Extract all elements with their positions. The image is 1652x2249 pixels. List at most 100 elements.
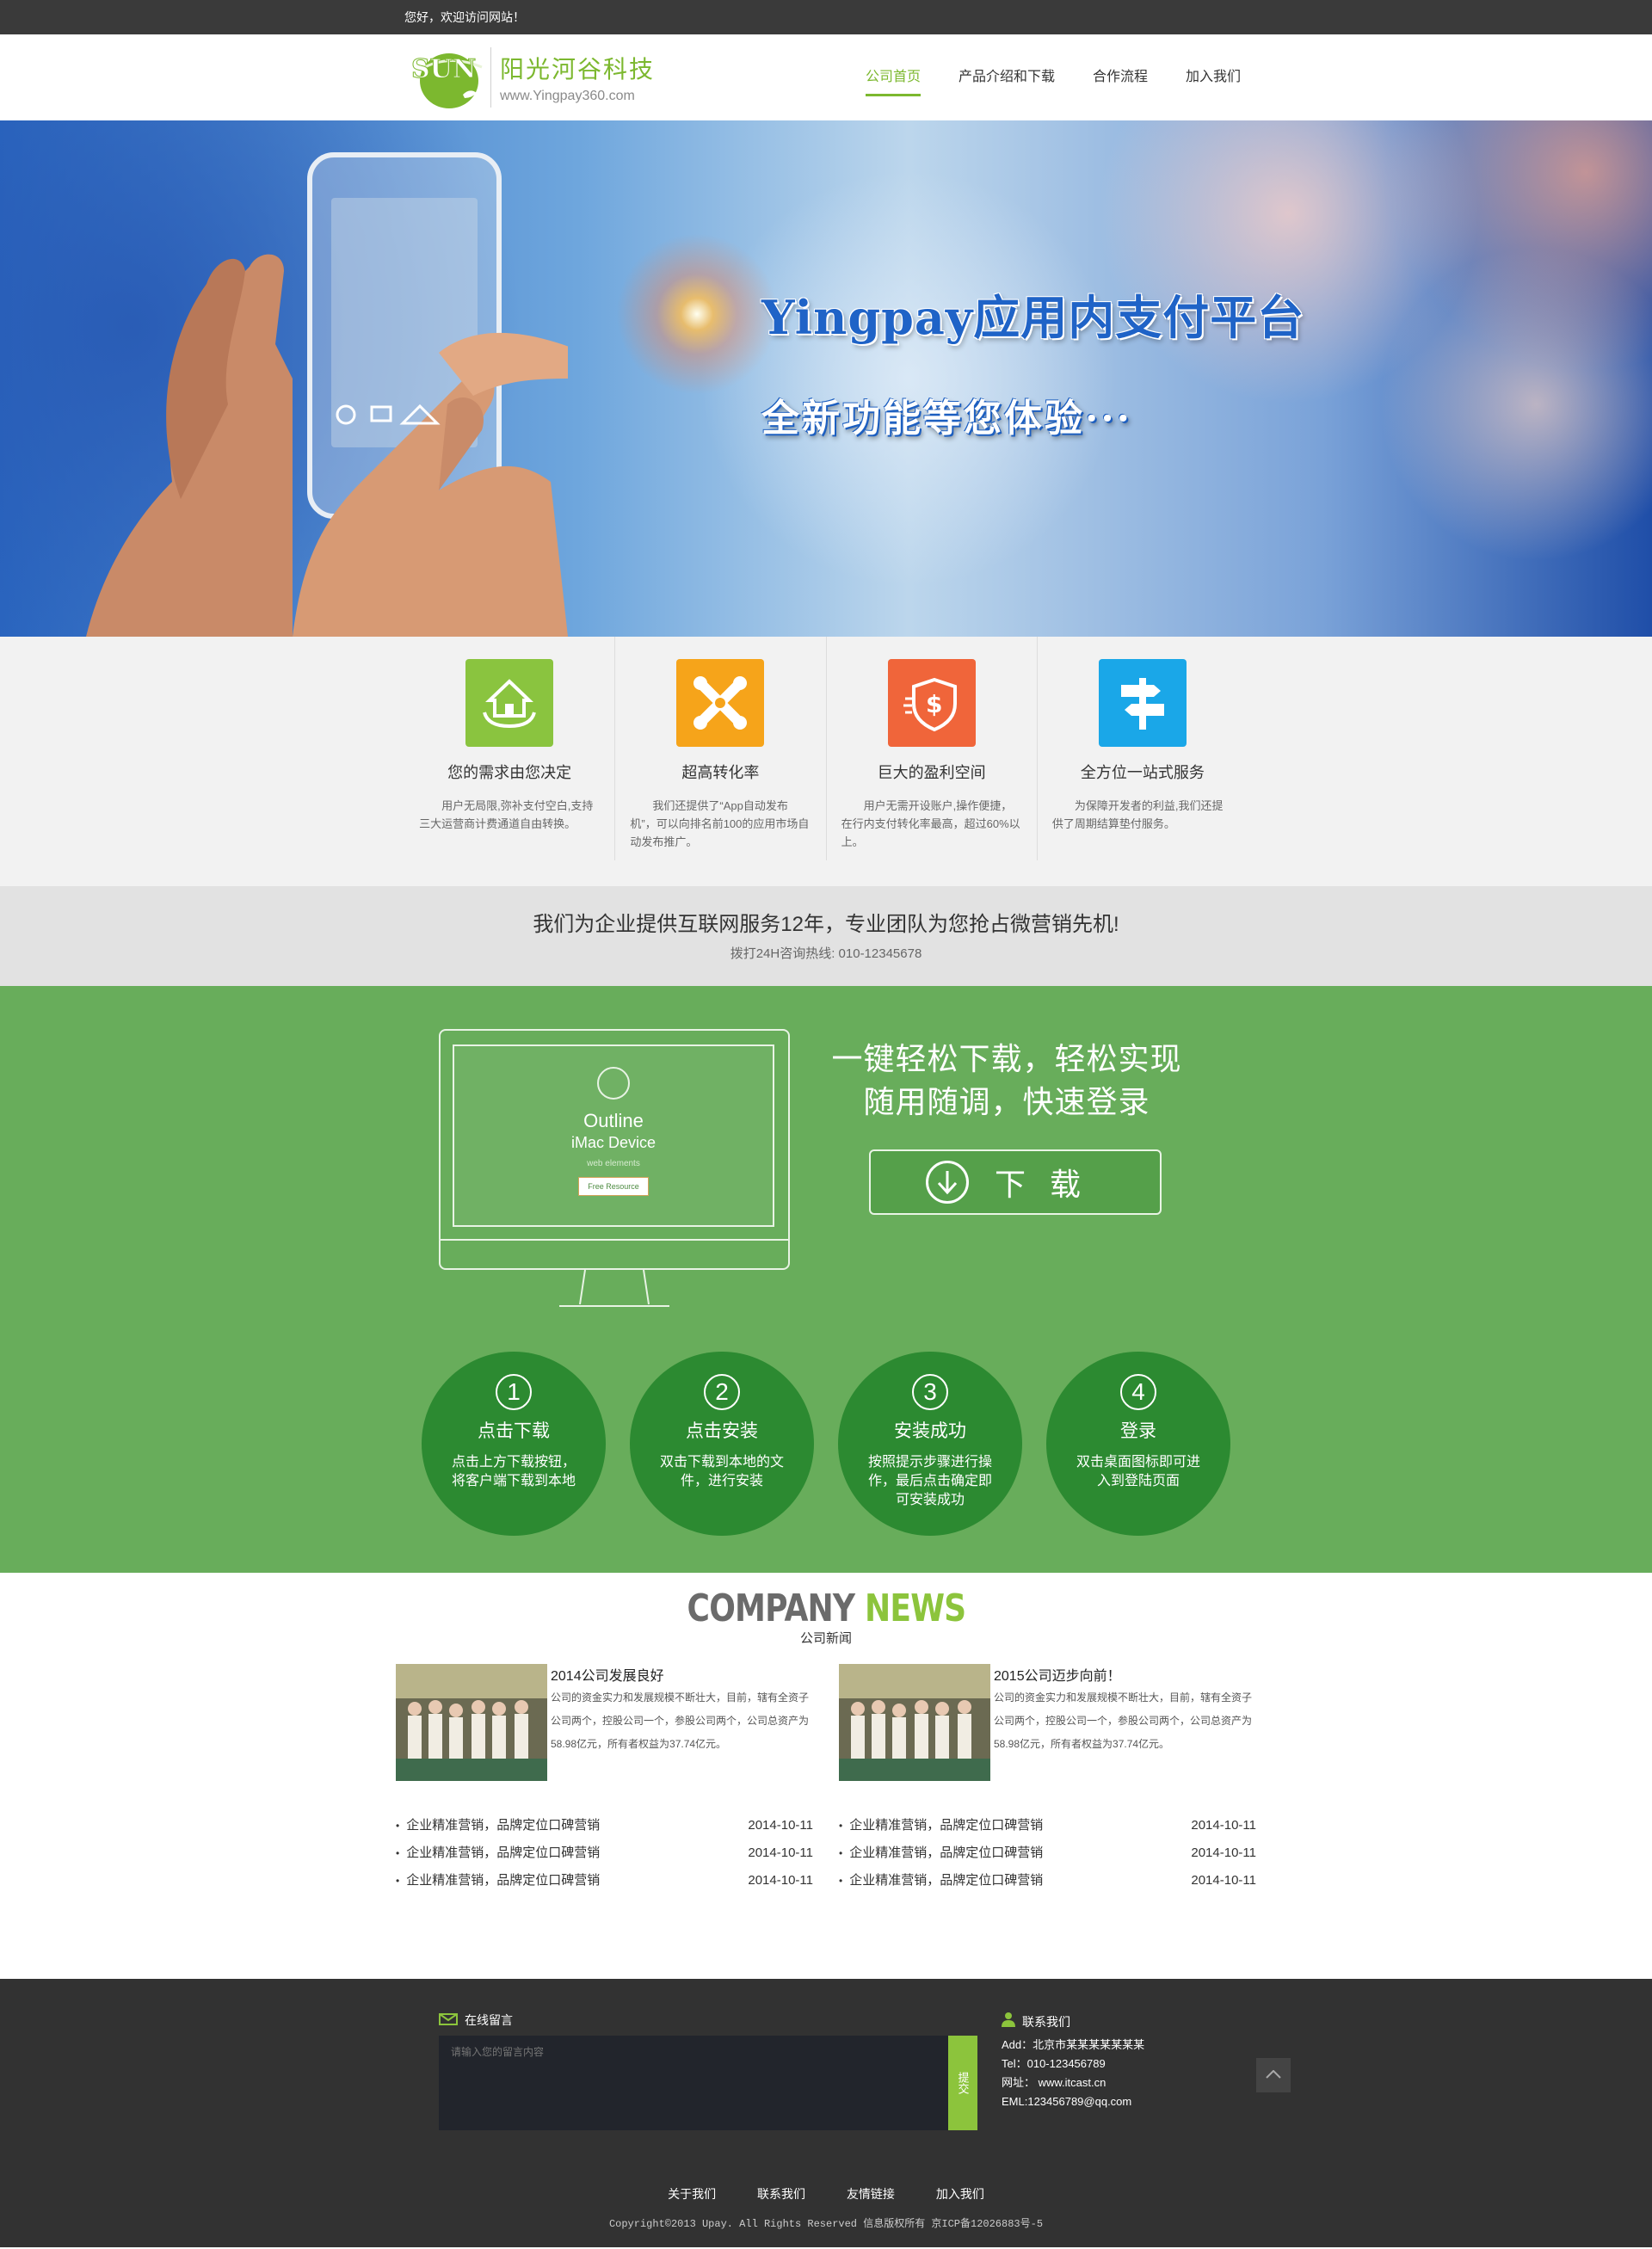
list-item[interactable]: 企业精准营销，品牌定位口碑营销2014-10-11 [396, 1867, 813, 1895]
step-desc: 按照提示步骤进行操作，最后点击确定即可安装成功 [867, 1455, 992, 1507]
download-button[interactable]: 下载 [869, 1149, 1162, 1215]
banner-subtitle: 全新功能等您体验··· [761, 397, 1132, 441]
cloud-icon [597, 1067, 630, 1100]
svg-text:SUN: SUN [411, 54, 476, 84]
news-heading: COMPANY NEWS [687, 1587, 966, 1630]
news-section: COMPANY NEWS 公司新闻 2014公司发展良好 公司的资金实力和发展规… [0, 1573, 1652, 1979]
step-card: 4 登录 双击桌面图标即可进入到登陆页面 [1046, 1352, 1230, 1536]
hero-banner[interactable]: Yingpay应用内支付平台 全新功能等您体验··· [0, 120, 1652, 637]
main-nav: 公司首页 产品介绍和下载 合作流程 加入我们 [865, 59, 1241, 96]
back-to-top-button[interactable] [1256, 2058, 1291, 2092]
hand-phone-image [86, 152, 568, 637]
footer-link-about[interactable]: 关于我们 [668, 2187, 716, 2201]
step-desc: 点击上方下载按钮，将客户端下载到本地 [451, 1455, 576, 1488]
submit-button[interactable]: 提交 [948, 2036, 977, 2130]
svg-text:$: $ [926, 690, 942, 718]
mac-small-text: web elements [587, 1159, 640, 1168]
news-list: 企业精准营销，品牌定位口碑营销2014-10-11 企业精准营销，品牌定位口碑营… [839, 1812, 1256, 1895]
contact-email[interactable]: EML:123456789@qq.com [1002, 2092, 1144, 2111]
footer-link-contact[interactable]: 联系我们 [757, 2187, 805, 2201]
envelope-icon [439, 2012, 458, 2028]
featured-news[interactable]: 2015公司迈步向前！ 公司的资金实力和发展规模不断壮大，目前，辖有全资子公司两… [839, 1664, 1256, 1781]
site-header: SUN 阳光河谷科技 www.Yingpay360.com 公司首页 产品介绍和… [0, 34, 1652, 120]
feature-desc: 为保障开发者的利益,我们还提供了周期结算垫付服务。 [1051, 799, 1224, 830]
free-resource-button: Free Resource [578, 1177, 649, 1196]
mac-subtitle: iMac Device [570, 1134, 656, 1151]
house-hands-icon [465, 659, 554, 747]
step-card: 1 点击下载 点击上方下载按钮，将客户端下载到本地 [422, 1352, 606, 1536]
list-item[interactable]: 企业精准营销，品牌定位口碑营销2014-10-11 [839, 1812, 1256, 1839]
news-column: 2015公司迈步向前！ 公司的资金实力和发展规模不断壮大，目前，辖有全资子公司两… [839, 1664, 1256, 1895]
welcome-text: 您好，欢迎访问网站！ [404, 10, 525, 24]
message-input[interactable] [439, 2036, 948, 2130]
footer-link-join[interactable]: 加入我们 [936, 2187, 984, 2201]
feature-card: 您的需求由您决定 用户无局限,弥补支付空白,支持三大运营商计费通道自由转换。 [404, 637, 616, 860]
news-photo[interactable] [396, 1664, 547, 1781]
down-arrow-icon [925, 1161, 969, 1204]
copyright: Copyright©2013 Upay. All Rights Reserved… [608, 2218, 1044, 2230]
signpost-icon [1098, 659, 1187, 747]
news-photo[interactable] [839, 1664, 990, 1781]
step-desc: 双击桌面图标即可进入到登陆页面 [1076, 1455, 1200, 1488]
news-column: 2014公司发展良好 公司的资金实力和发展规模不断壮大，目前，辖有全资子公司两个… [396, 1664, 813, 1895]
nav-home[interactable]: 公司首页 [865, 59, 921, 96]
download-slogan: 一键轻松下载，轻松实现 随用随调，快速登录 [826, 1038, 1187, 1124]
step-title: 安装成功 [894, 1421, 966, 1441]
step-number: 1 [496, 1374, 532, 1410]
logo-chinese-name: 阳光河谷科技 [500, 56, 656, 83]
feature-title: 超高转化率 [681, 764, 760, 781]
featured-news[interactable]: 2014公司发展良好 公司的资金实力和发展规模不断壮大，目前，辖有全资子公司两个… [396, 1664, 813, 1781]
chevron-up-icon [1266, 2067, 1281, 2083]
user-icon [1002, 2012, 1015, 2032]
step-card: 3 安装成功 按照提示步骤进行操作，最后点击确定即可安装成功 [838, 1352, 1022, 1536]
download-line-2: 随用随调，快速登录 [863, 1084, 1150, 1119]
contact-website[interactable]: 网址： www.itcast.cn [1002, 2073, 1144, 2092]
list-item[interactable]: 企业精准营销，品牌定位口碑营销2014-10-11 [396, 1839, 813, 1867]
feature-card: 超高转化率 我们还提供了“App自动发布机”，可以向排名前100的应用市场自动发… [615, 637, 827, 860]
list-item[interactable]: 企业精准营销，品牌定位口碑营销2014-10-11 [396, 1812, 813, 1839]
feature-card: $ 巨大的盈利空间 用户无需开设账户,操作便捷，在行内支付转化率最高，超过60%… [827, 637, 1038, 860]
contact-info: 联系我们 Add：北京市某某某某某某某 Tel：010-123456789 网址… [1002, 2012, 1144, 2111]
hotline: 拨打24H咨询热线: 010-12345678 [730, 946, 922, 961]
list-item[interactable]: 企业精准营销，品牌定位口碑营销2014-10-11 [839, 1839, 1256, 1867]
feature-desc: 用户无局限,弥补支付空白,支持三大运营商计费通道自由转换。 [419, 799, 594, 830]
step-title: 点击安装 [686, 1421, 758, 1441]
step-number: 2 [704, 1374, 740, 1410]
list-item[interactable]: 企业精准营销，品牌定位口碑营销2014-10-11 [839, 1867, 1256, 1895]
footer-link-friends[interactable]: 友情链接 [847, 2187, 895, 2201]
news-headline[interactable]: 2014公司发展良好 [551, 1664, 813, 1685]
download-label: 下载 [994, 1167, 1105, 1202]
slogan-bar: 我们为企业提供互联网服务12年，专业团队为您抢占微营销先机! 拨打24H咨询热线… [0, 886, 1652, 986]
feature-desc: 用户无需开设账户,操作便捷，在行内支付转化率最高，超过60%以上。 [841, 799, 1020, 848]
message-form: 在线留言 提交 [439, 2012, 977, 2130]
top-bar: 您好，欢迎访问网站！ [0, 0, 1652, 34]
footer-links: 关于我们 联系我们 友情链接 加入我们 [0, 2185, 1652, 2203]
logo[interactable]: SUN 阳光河谷科技 www.Yingpay360.com [404, 43, 655, 112]
imac-illustration: Outline iMac Device web elements Free Re… [439, 1029, 792, 1313]
feature-card: 全方位一站式服务 为保障开发者的利益,我们还提供了周期结算垫付服务。 [1038, 637, 1248, 860]
nav-cooperation[interactable]: 合作流程 [1093, 59, 1148, 96]
sun-logo-icon: SUN [404, 43, 487, 112]
feature-title: 您的需求由您决定 [447, 764, 572, 781]
logo-divider [490, 47, 491, 108]
slogan-title: 我们为企业提供互联网服务12年，专业团队为您抢占微营销先机! [533, 913, 1119, 936]
news-summary: 公司的资金实力和发展规模不断壮大，目前，辖有全资子公司两个，控股公司一个，参股公… [994, 1691, 1253, 1750]
download-section: Outline iMac Device web elements Free Re… [0, 986, 1652, 1573]
step-card: 2 点击安装 双击下载到本地的文件，进行安装 [630, 1352, 814, 1536]
contact-address: Add：北京市某某某某某某某 [1002, 2038, 1145, 2051]
install-steps: 1 点击下载 点击上方下载按钮，将客户端下载到本地 2 点击安装 双击下载到本地… [422, 1352, 1230, 1536]
feature-title: 巨大的盈利空间 [877, 764, 986, 781]
news-list: 企业精准营销，品牌定位口碑营销2014-10-11 企业精准营销，品牌定位口碑营… [396, 1812, 813, 1895]
news-headline[interactable]: 2015公司迈步向前！ [994, 1664, 1256, 1685]
step-title: 点击下载 [478, 1421, 550, 1441]
step-number: 3 [912, 1374, 948, 1410]
nav-join-us[interactable]: 加入我们 [1186, 59, 1241, 96]
step-number: 4 [1120, 1374, 1156, 1410]
features-section: 您的需求由您决定 用户无局限,弥补支付空白,支持三大运营商计费通道自由转换。 超… [0, 637, 1652, 886]
dollar-shield-icon: $ [887, 659, 976, 747]
nav-products[interactable]: 产品介绍和下载 [959, 59, 1055, 96]
contact-title: 联系我们 [1022, 2015, 1070, 2029]
step-desc: 双击下载到本地的文件，进行安装 [659, 1455, 784, 1488]
contact-tel: Tel：010-123456789 [1002, 2057, 1106, 2070]
news-subheading: 公司新闻 [799, 1631, 852, 1646]
